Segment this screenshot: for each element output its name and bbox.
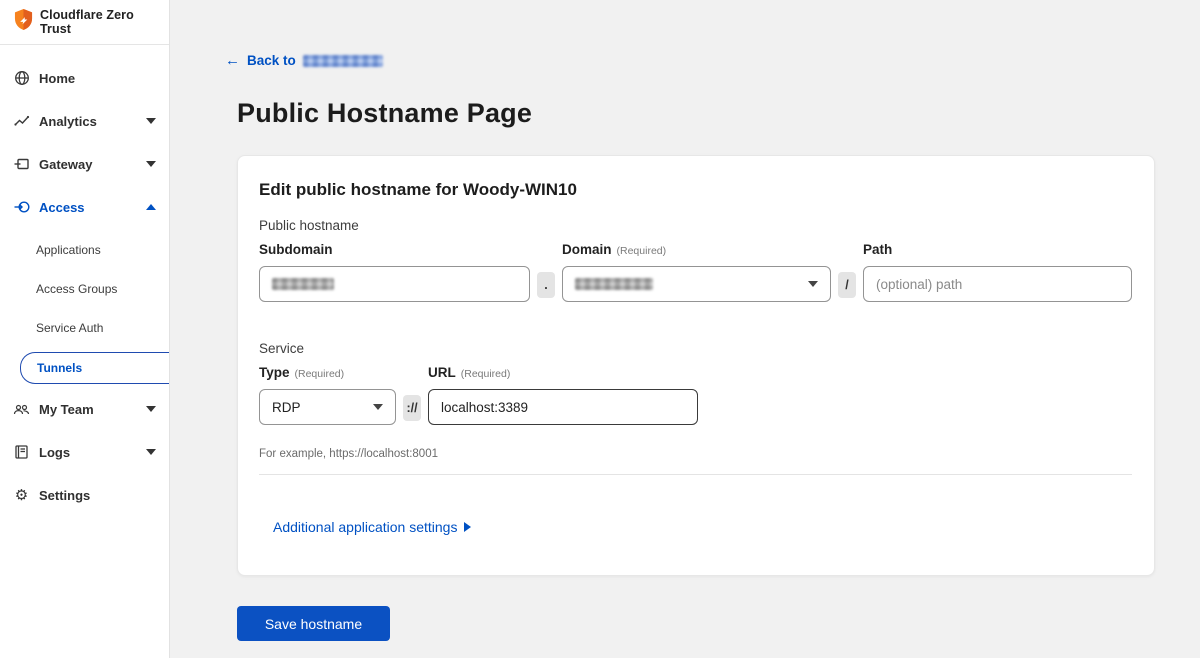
cloudflare-shield-logo-icon	[14, 9, 33, 35]
slash-separator: /	[838, 272, 856, 298]
globe-icon	[13, 70, 30, 86]
dot-separator: .	[537, 272, 555, 298]
redacted-subdomain-value	[272, 278, 334, 290]
logs-icon	[13, 444, 30, 460]
sidebar-nav: Home Analytics	[0, 45, 169, 510]
service-type-value: RDP	[272, 400, 301, 415]
url-example-hint: For example, https://localhost:8001	[259, 448, 1132, 460]
brand: Cloudflare Zero Trust	[0, 0, 169, 45]
sidebar-item-applications[interactable]: Applications	[0, 235, 169, 265]
access-icon	[13, 199, 30, 215]
save-hostname-button[interactable]: Save hostname	[237, 606, 390, 641]
card-heading: Edit public hostname for Woody-WIN10	[259, 180, 1132, 200]
sidebar-item-label: Home	[39, 71, 156, 86]
redacted-domain-value	[575, 278, 653, 290]
chevron-down-icon	[373, 404, 383, 410]
chevron-right-icon	[464, 522, 471, 532]
service-type-select[interactable]: RDP	[259, 389, 396, 425]
back-link-label: Back to	[247, 53, 296, 68]
path-input[interactable]	[876, 277, 1119, 292]
sidebar-item-service-auth[interactable]: Service Auth	[0, 313, 169, 343]
card-divider	[259, 474, 1132, 475]
team-icon	[13, 401, 30, 417]
access-subnav: Applications Access Groups Service Auth …	[0, 235, 169, 384]
subdomain-input[interactable]	[259, 266, 530, 302]
path-label: Path	[863, 242, 892, 257]
scheme-separator: ://	[403, 395, 421, 421]
sidebar-item-gateway[interactable]: Gateway	[0, 149, 169, 179]
chevron-down-icon	[808, 281, 818, 287]
sidebar: Cloudflare Zero Trust Home	[0, 0, 170, 658]
sidebar-item-label: Logs	[39, 445, 137, 460]
sidebar-item-access[interactable]: Access	[0, 192, 169, 222]
sidebar-item-analytics[interactable]: Analytics	[0, 106, 169, 136]
chevron-up-icon[interactable]	[146, 204, 156, 210]
sidebar-item-my-team[interactable]: My Team	[0, 394, 169, 424]
subdomain-label: Subdomain	[259, 242, 333, 257]
gateway-icon	[13, 156, 30, 172]
main-content: ← Back to Public Hostname Page Edit publ…	[170, 0, 1200, 658]
service-url-label: URL	[428, 365, 456, 380]
brand-label: Cloudflare Zero Trust	[40, 8, 157, 36]
redacted-tunnel-name	[303, 55, 383, 67]
back-arrow-icon: ←	[225, 53, 240, 68]
service-url-input[interactable]	[441, 400, 685, 415]
additional-settings-toggle[interactable]: Additional application settings	[273, 519, 471, 535]
sidebar-item-label: Gateway	[39, 157, 137, 172]
url-required-label: (Required)	[461, 368, 511, 380]
chevron-down-icon[interactable]	[146, 118, 156, 124]
sidebar-item-access-groups[interactable]: Access Groups	[0, 274, 169, 304]
analytics-icon	[13, 113, 30, 129]
public-hostname-row: Subdomain . Domain (Required)	[259, 242, 1132, 302]
sidebar-item-home[interactable]: Home	[0, 63, 169, 93]
service-url-field	[428, 389, 698, 425]
chevron-down-icon[interactable]	[146, 161, 156, 167]
page-title: Public Hostname Page	[237, 98, 1200, 129]
edit-hostname-card: Edit public hostname for Woody-WIN10 Pub…	[237, 155, 1155, 576]
sidebar-item-label: My Team	[39, 402, 137, 417]
domain-label: Domain	[562, 242, 612, 257]
path-field	[863, 266, 1132, 302]
chevron-down-icon[interactable]	[146, 449, 156, 455]
back-link[interactable]: ← Back to	[225, 53, 1200, 68]
service-row: Type (Required) RDP :// URL (Required)	[259, 365, 1132, 425]
sidebar-item-label: Analytics	[39, 114, 137, 129]
service-type-label: Type	[259, 365, 290, 380]
public-hostname-section-label: Public hostname	[259, 218, 1132, 233]
sidebar-item-logs[interactable]: Logs	[0, 437, 169, 467]
sidebar-item-settings[interactable]: ⚙ Settings	[0, 480, 169, 510]
sidebar-item-label: Access	[39, 200, 137, 215]
sidebar-item-tunnels[interactable]: Tunnels	[20, 352, 169, 384]
app-window: Cloudflare Zero Trust Home	[0, 0, 1200, 658]
additional-settings-label: Additional application settings	[273, 519, 457, 535]
chevron-down-icon[interactable]	[146, 406, 156, 412]
domain-required-label: (Required)	[617, 245, 667, 257]
gear-icon: ⚙	[13, 488, 30, 503]
service-section-label: Service	[259, 341, 1132, 356]
type-required-label: (Required)	[295, 368, 345, 380]
sidebar-item-label: Settings	[39, 488, 156, 503]
domain-select[interactable]	[562, 266, 831, 302]
